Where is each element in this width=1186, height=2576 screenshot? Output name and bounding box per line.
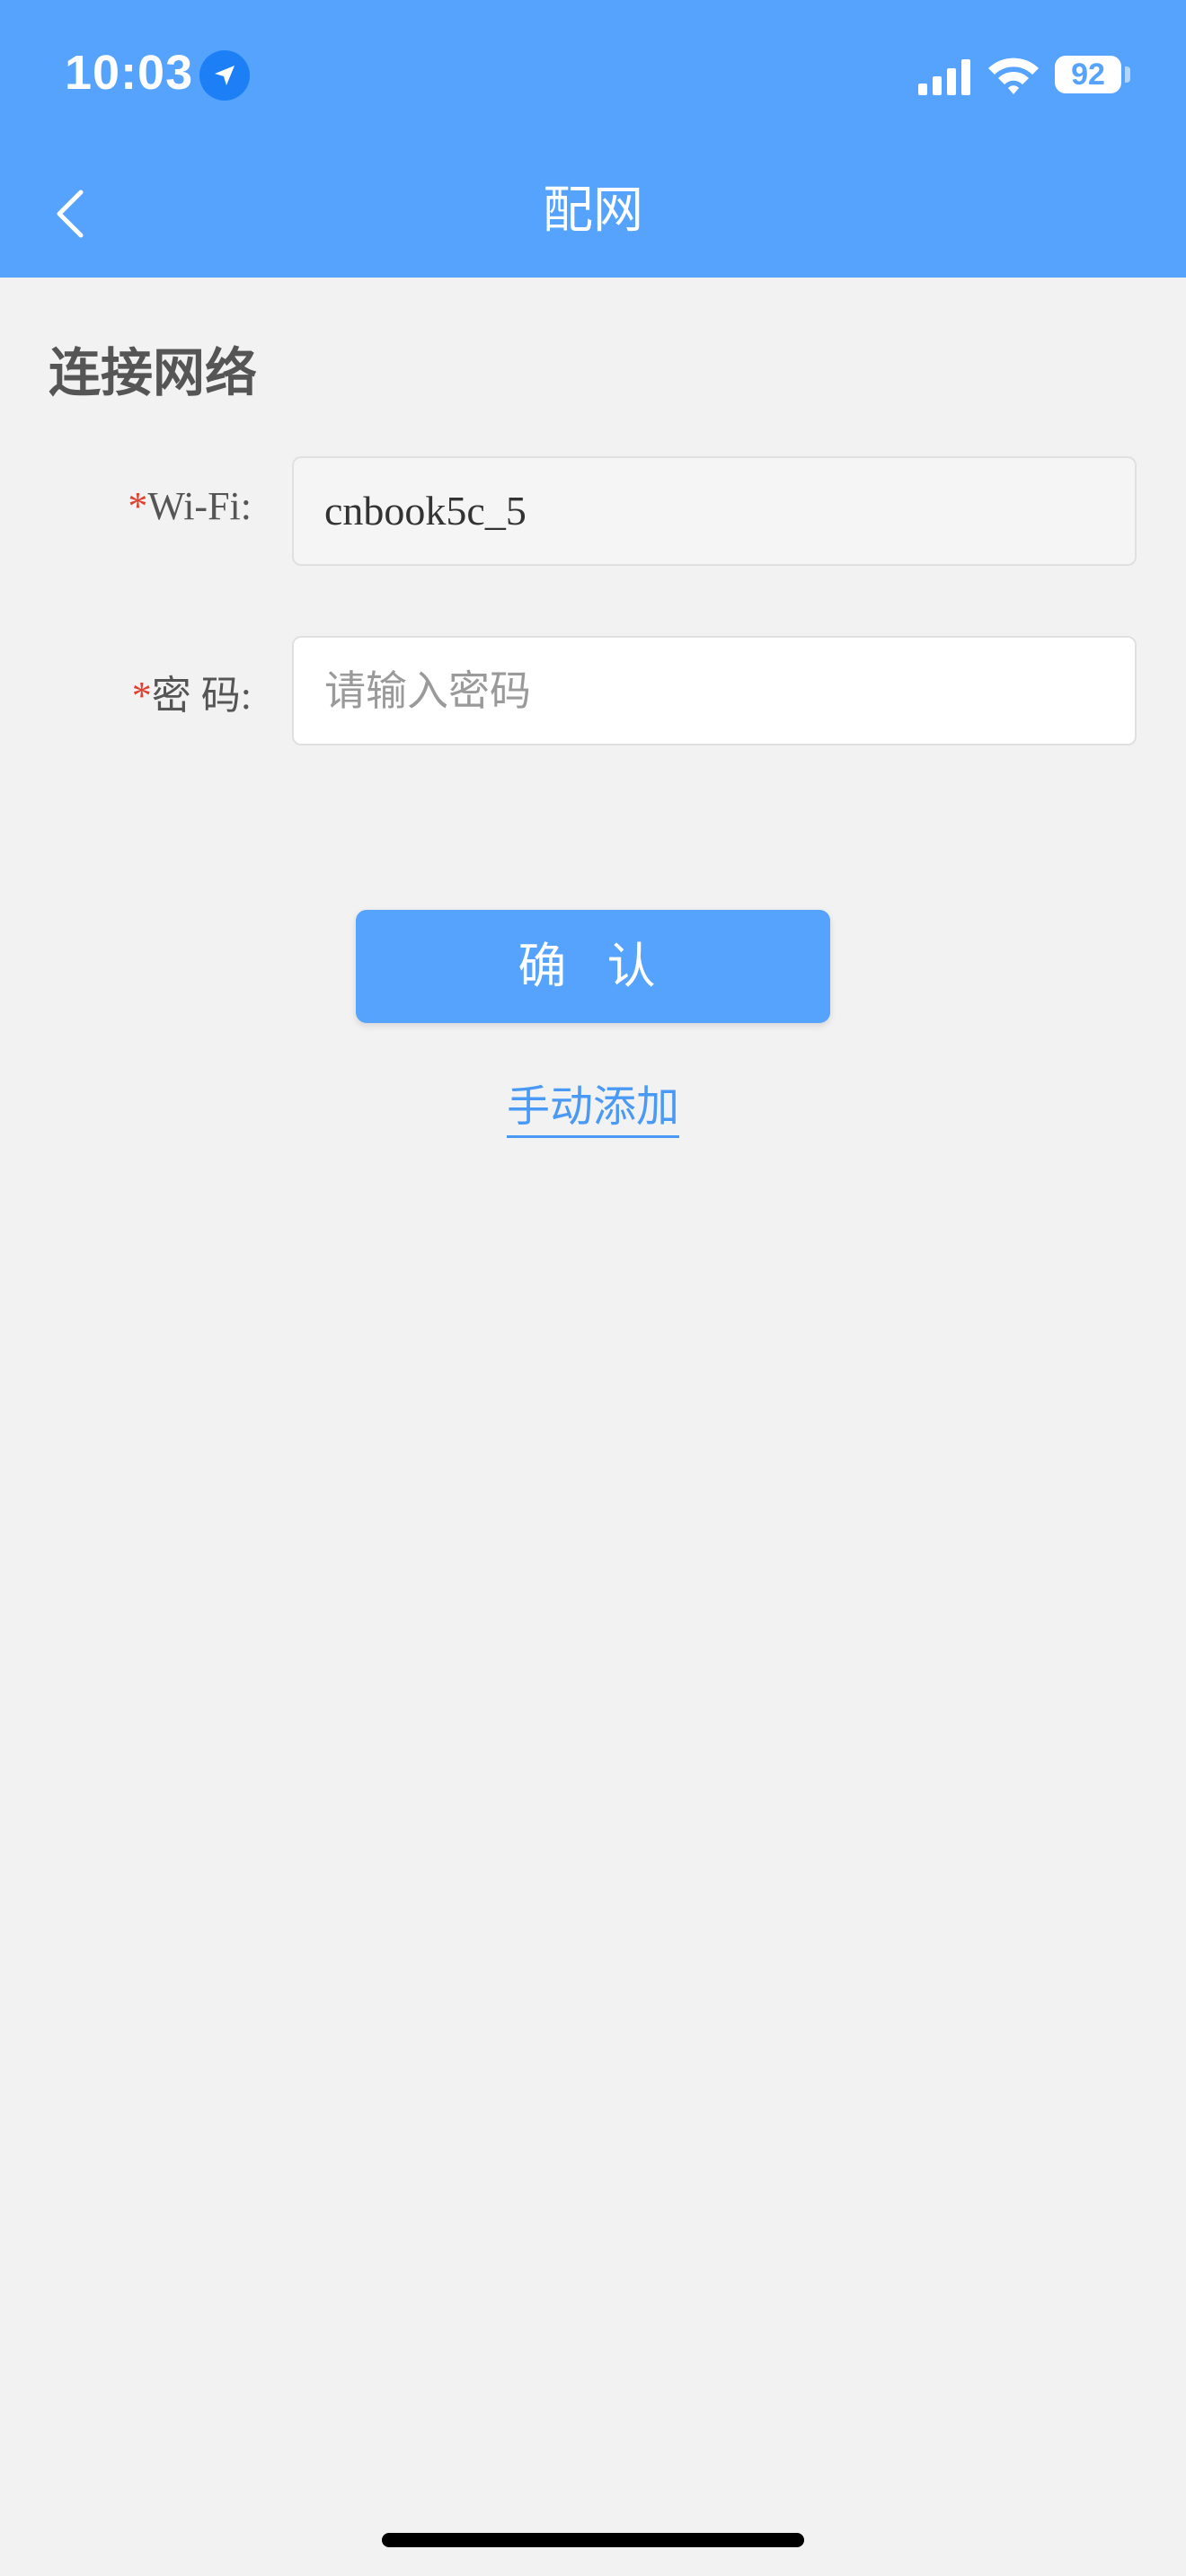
- required-mark: *: [131, 674, 152, 718]
- section-title: 连接网络: [49, 342, 258, 403]
- required-mark: *: [128, 484, 148, 528]
- wifi-icon: [988, 57, 1039, 94]
- home-indicator[interactable]: [382, 2533, 804, 2547]
- battery-icon: 92: [1055, 56, 1121, 93]
- manual-add-container: 手动添加: [0, 1071, 1186, 1138]
- status-time: 10:03: [65, 46, 194, 100]
- wifi-label-text: Wi-Fi:: [147, 484, 252, 528]
- cellular-signal-icon: [918, 59, 970, 95]
- status-bar: 10:03 92: [0, 0, 1186, 153]
- password-label: *密 码:: [45, 663, 252, 720]
- battery-cap: [1125, 66, 1130, 83]
- battery-level: 92: [1071, 57, 1105, 92]
- manual-add-link[interactable]: 手动添加: [506, 1081, 679, 1138]
- navigation-bar: 配网: [0, 153, 1186, 278]
- header-bar: 10:03 92 配网: [0, 0, 1186, 278]
- location-arrow-icon: [199, 50, 250, 101]
- wifi-label: *Wi-Fi:: [45, 483, 252, 529]
- password-label-text: 密 码:: [151, 674, 252, 718]
- wifi-ssid-field[interactable]: cnbook5c_5: [292, 456, 1137, 566]
- confirm-button[interactable]: 确 认: [356, 910, 830, 1023]
- page-title: 配网: [543, 181, 643, 240]
- password-input[interactable]: 请输入密码: [292, 636, 1137, 745]
